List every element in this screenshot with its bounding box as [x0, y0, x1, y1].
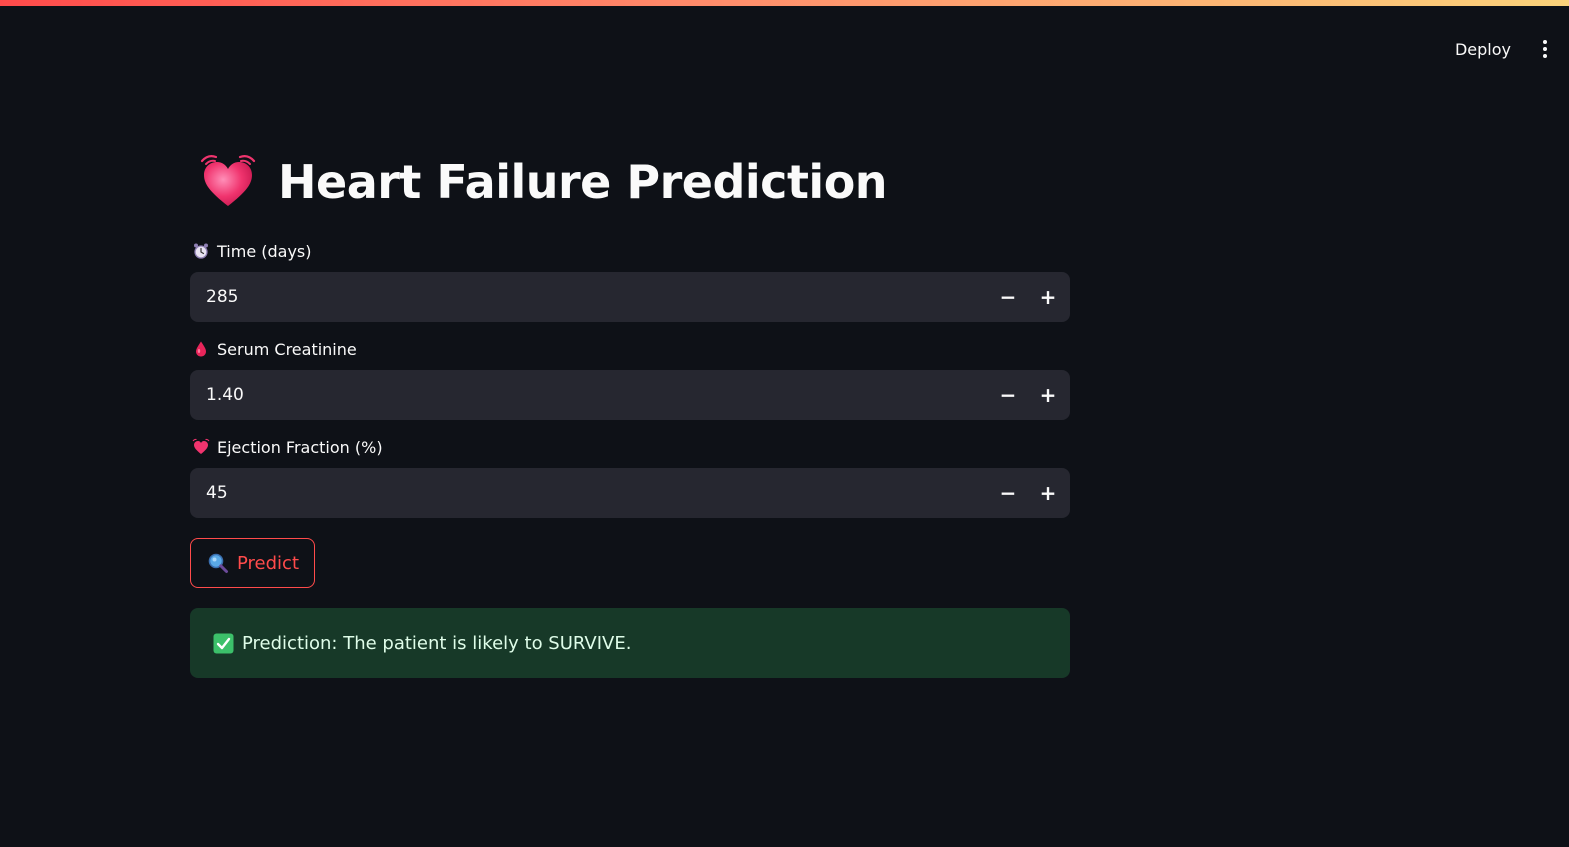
prediction-result-text: Prediction: The patient is likely to SUR…	[242, 632, 632, 654]
page-title: Heart Failure Prediction	[278, 155, 888, 209]
kebab-menu-icon[interactable]	[1537, 37, 1553, 61]
prediction-result-alert: Prediction: The patient is likely to SUR…	[190, 608, 1070, 678]
time-increment-button[interactable]: +	[1028, 272, 1068, 322]
field-label-text: Serum Creatinine	[217, 339, 357, 359]
beating-heart-icon	[200, 155, 256, 206]
field-label-serum-creatinine: Serum Creatinine	[192, 338, 1070, 360]
time-input[interactable]	[190, 271, 988, 323]
predict-button-label: Predict	[237, 552, 299, 574]
alarm-clock-icon	[194, 243, 208, 259]
ejection-fraction-increment-button[interactable]: +	[1028, 468, 1068, 518]
magnifying-glass-icon	[208, 553, 228, 573]
ejection-fraction-decrement-button[interactable]: −	[988, 468, 1028, 518]
field-label-text: Time (days)	[217, 241, 312, 261]
predict-button[interactable]: Predict	[190, 538, 315, 588]
title-row: Heart Failure Prediction	[190, 140, 1070, 224]
serum-creatinine-number-input: − +	[190, 369, 1070, 421]
time-number-input: − +	[190, 271, 1070, 323]
field-serum-creatinine: Serum Creatinine − +	[190, 338, 1070, 421]
beating-heart-icon	[192, 438, 210, 454]
field-label-time: Time (days)	[192, 240, 1070, 262]
deploy-button[interactable]: Deploy	[1449, 34, 1517, 65]
serum-creatinine-decrement-button[interactable]: −	[988, 370, 1028, 420]
ejection-fraction-input[interactable]	[190, 467, 988, 519]
field-ejection-fraction: Ejection Fraction (%) − +	[190, 436, 1070, 519]
main-content: Heart Failure Prediction Time (days) − +…	[190, 140, 1070, 678]
check-mark-button-icon	[213, 633, 234, 653]
field-time: Time (days) − +	[190, 240, 1070, 323]
time-decrement-button[interactable]: −	[988, 272, 1028, 322]
ejection-fraction-number-input: − +	[190, 467, 1070, 519]
field-label-text: Ejection Fraction (%)	[217, 437, 383, 457]
field-label-ejection-fraction: Ejection Fraction (%)	[192, 436, 1070, 458]
app-header: Deploy	[1449, 30, 1553, 68]
top-decoration-stripe	[0, 0, 1569, 6]
serum-creatinine-increment-button[interactable]: +	[1028, 370, 1068, 420]
serum-creatinine-input[interactable]	[190, 369, 988, 421]
drop-of-blood-icon	[196, 341, 206, 357]
